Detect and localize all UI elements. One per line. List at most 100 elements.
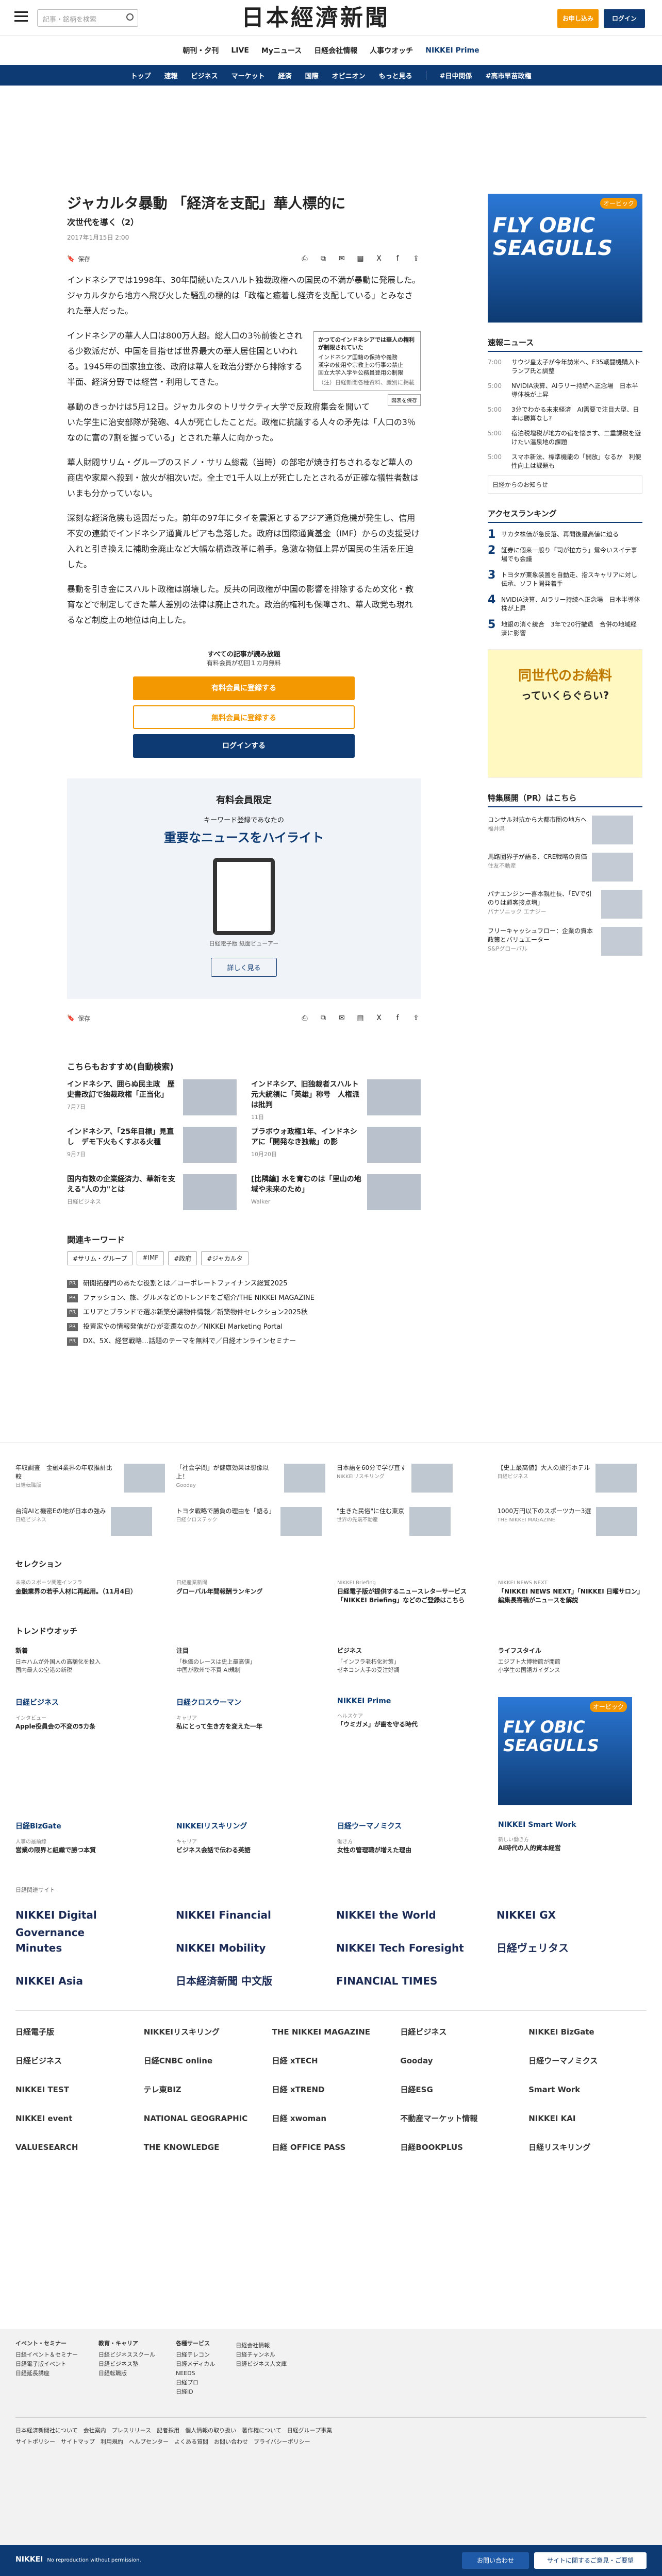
recommend-item[interactable]: [比隣編] 水を育むのは「里山の地域や未来のため」 Walker xyxy=(251,1174,421,1210)
footer-link[interactable]: 日経ビジネス人文庫 xyxy=(236,2360,287,2369)
pr-link[interactable]: PR 投資家やの情報発信がひが変遷なのか／NIKKEI Marketing Por… xyxy=(67,1320,421,1334)
partner-logo[interactable]: NIKKEI BizGate xyxy=(528,2024,647,2040)
ranking-item[interactable]: 5 地銀の消ぐ統合 3年で20行撤退 合併の地域経済に影響 xyxy=(488,619,642,638)
partner-logo[interactable]: NIKKEIリスキリング xyxy=(144,2024,262,2040)
paid-signup-button[interactable]: 有料会員に登録する xyxy=(133,676,355,700)
subscribe-button[interactable]: お申し込み xyxy=(557,9,599,28)
trend-link[interactable]: 「インフラ老朽化対策」 xyxy=(337,1658,400,1665)
subnav-item[interactable]: LIVE xyxy=(231,46,249,55)
news-item[interactable]: 5:00 3分でわかる未来経済 AI需要で注目大型、日本は勝算なし? xyxy=(488,405,642,423)
site-logo[interactable]: 日本經濟新聞 xyxy=(241,5,421,31)
keyword-tag[interactable]: #ジャカルタ xyxy=(201,1251,249,1265)
partner-logo[interactable]: NIKKEI Digital Governance xyxy=(15,1906,166,1939)
ranking-item[interactable]: 2 証券に個来一般り「司が拉方う」鴛今いスイテ事場でも会議 xyxy=(488,545,642,564)
nav-item-business[interactable]: ビジネス xyxy=(191,71,218,80)
search-input[interactable]: 記事・銘柄を検索 xyxy=(37,9,138,27)
partner-logo[interactable]: テレ東BIZ xyxy=(144,2082,262,2097)
footer-link[interactable]: NEEDS xyxy=(176,2369,215,2378)
partner-logo[interactable]: NIKKEI the World xyxy=(336,1906,486,1924)
save-chart-button[interactable]: 図表を保存 xyxy=(388,394,421,406)
pr-link[interactable]: PR 研開拓部門のあたな役割とは／コーポレートファイナンス総覧2025 xyxy=(67,1277,421,1291)
partner-logo[interactable]: THE NIKKEI MAGAZINE xyxy=(272,2024,390,2040)
promo-card[interactable]: "生きた民俗"に住む東京 世界の先端不動産 xyxy=(337,1507,486,1538)
promo-card[interactable]: 【史上最高値】大人の旅行ホテル 日経ビジネス xyxy=(498,1464,647,1495)
trend-link[interactable]: 国内最大の空港の新税 xyxy=(15,1667,72,1673)
partner-logo[interactable]: NIKKEI Financial xyxy=(176,1906,326,1924)
footer-link[interactable]: 日経メディカル xyxy=(176,2360,215,2369)
promo-card[interactable]: 「社会学問」が健康効果は想像以上！ Gooday xyxy=(176,1464,325,1495)
partner-logo[interactable]: FINANCIAL TIMES xyxy=(336,1972,486,1990)
partner-logo[interactable]: 日経 xTECH xyxy=(272,2053,390,2069)
copy-link-icon[interactable]: ⧉ xyxy=(319,1013,328,1023)
partner-logo[interactable]: 日経 xwoman xyxy=(272,2111,390,2126)
partner-logo[interactable]: NIKKEI Tech Foresight xyxy=(336,1939,486,1957)
selection-item[interactable]: 未来のスポーツ関連インフラ 金融業界の若手人材に再起用。（11月4日） xyxy=(15,1579,164,1605)
partner-logo[interactable]: 日経リスキリング xyxy=(528,2140,647,2155)
sponsored-item[interactable]: フリーキャッシュフロー：企業の資本政策とバリュエーター S&Pグローバル xyxy=(488,927,642,956)
trend-link[interactable]: 「株価のレースは史上最高値」 xyxy=(176,1658,255,1665)
paywall-login-button[interactable]: ログインする xyxy=(133,734,355,758)
promo-card[interactable]: 1000万円以下のスポーツカー3選 THE NIKKEI MAGAZINE xyxy=(498,1507,647,1538)
partner-logo[interactable]: VALUESEARCH xyxy=(15,2140,134,2155)
brand-ad[interactable]: オービック FLY OBIC SEAGULLS xyxy=(498,1697,647,1805)
partner-logo[interactable]: 日経ビジネス xyxy=(400,2024,518,2040)
gift-icon[interactable]: ▤ xyxy=(356,254,365,263)
news-item[interactable]: 5:00 スマホ新法、標準機能の「開放」なるか 利便性向上は課題も xyxy=(488,453,642,470)
x-share-icon[interactable]: X xyxy=(374,254,384,263)
partner-logo[interactable]: NATIONAL GEOGRAPHIC xyxy=(144,2111,262,2126)
x-share-icon[interactable]: X xyxy=(374,1013,384,1023)
partner-logo[interactable]: 日経CNBC online xyxy=(144,2053,262,2069)
subnav-item[interactable]: Myニュース xyxy=(261,45,302,56)
partner-logo[interactable]: 日経BOOKPLUS xyxy=(400,2140,518,2155)
news-item[interactable]: 7:00 サウジ皇太子が今年訪米へ、F35戦闘機購入トランプ氏と調整 xyxy=(488,358,642,376)
nikkei-notice[interactable]: 日経からのお知らせ xyxy=(488,476,642,494)
promo-card[interactable]: 台湾AIと機密Eの地が日本の強み 日経ビジネス xyxy=(15,1507,165,1538)
selection-item[interactable]: NIKKEI Briefing 日経電子版が提供するニュースレターサービス「NIK… xyxy=(337,1579,486,1605)
search-icon[interactable] xyxy=(126,13,134,21)
save-button[interactable]: 🔖 保存 xyxy=(67,1014,90,1023)
partner-logo[interactable]: NIKKEI event xyxy=(15,2111,134,2126)
partner-logo[interactable]: 日経ビジネス xyxy=(15,2053,134,2069)
recommend-item[interactable]: インドネシア、「25年目標」見直し デモ下火もくすぶる火種 9月7日 xyxy=(67,1127,237,1163)
footer-link[interactable]: 日経ID xyxy=(176,2387,215,2397)
promo-more-button[interactable]: 詳しく見る xyxy=(211,958,277,977)
partner-logo[interactable]: 日経ESG xyxy=(400,2082,518,2097)
partner-logo[interactable]: 日経ヴェリタス xyxy=(496,1939,647,1957)
share-icon[interactable]: ⇪ xyxy=(411,254,421,263)
pr-link[interactable]: PR ファッション、旅、グルメなどのトレンドをご紹介/THE NIKKEI MAG… xyxy=(67,1291,421,1306)
mail-icon[interactable]: ✉ xyxy=(337,254,346,263)
partner-logo[interactable] xyxy=(496,1972,647,1990)
ranking-item[interactable]: 1 サカタ株価が急反落、再開後最高値に迫る xyxy=(488,529,642,540)
partner-logo[interactable]: Minutes xyxy=(15,1939,166,1957)
facebook-icon[interactable]: f xyxy=(393,1013,402,1023)
footer-link-row[interactable]: 日本経済新聞社について 会社案内 プレスリリース 記者採用 個人情報の取り扱い … xyxy=(15,2425,647,2436)
partner-logo[interactable]: NIKKEI KAI xyxy=(528,2111,647,2126)
mail-icon[interactable]: ✉ xyxy=(337,1013,346,1023)
brand-column[interactable]: NIKKEI Prime ヘルスケア 「ウミガメ」が歯を守る時代 xyxy=(337,1697,486,1805)
footer-link[interactable]: 日経ビジネス塾 xyxy=(98,2360,155,2369)
footer-link[interactable]: 日経プロ xyxy=(176,2378,215,2387)
brand-column[interactable]: NIKKEI Smart Work 新しい働き方 AI時代の人的資本経営 xyxy=(498,1821,647,1855)
pr-link[interactable]: PR エリアとブランドで選ぶ新築分譲物件情報／新築物件セレクション2025秋 xyxy=(67,1306,421,1320)
footer-link[interactable]: 日経テレコン xyxy=(176,2350,215,2360)
partner-logo[interactable]: THE KNOWLEDGE xyxy=(144,2140,262,2155)
pr-link[interactable]: PR DX、5X、経営戦略…話題のテーマを無料で／日経オンラインセミナー xyxy=(67,1334,421,1349)
ranking-item[interactable]: 3 トヨタが東象装置を自動走、指スキャリアに対し伝承、ソフト開発着手 xyxy=(488,570,642,588)
copy-link-icon[interactable]: ⧉ xyxy=(319,254,328,263)
facebook-icon[interactable]: f xyxy=(393,254,402,263)
partner-logo[interactable]: NIKKEI Asia xyxy=(15,1972,166,1990)
salary-ad[interactable]: 同世代のお給料 っていくらぐらい? xyxy=(488,649,642,778)
promo-card[interactable]: 日本語を60分で学び直す NIKKEIリスキリング xyxy=(337,1464,486,1495)
keyword-tag[interactable]: #IMF xyxy=(137,1251,164,1265)
partner-logo[interactable]: 日経 OFFICE PASS xyxy=(272,2140,390,2155)
nav-item-top[interactable]: トップ xyxy=(131,71,151,80)
brand-column[interactable]: 日経ウーマノミクス 働き方 女性の管理職が増えた理由 xyxy=(337,1821,486,1855)
trend-link[interactable]: エジプト大博物館が開館 xyxy=(498,1658,560,1665)
selection-item[interactable]: 日経産業新聞 グローバル年間報酬ランキング xyxy=(176,1579,325,1605)
partner-logo[interactable]: Smart Work xyxy=(528,2082,647,2097)
partner-logo[interactable]: 日本経済新聞 中文版 xyxy=(176,1972,326,1990)
keyword-tag[interactable]: #政府 xyxy=(168,1251,197,1265)
hamburger-menu-icon[interactable] xyxy=(14,11,28,22)
footer-link[interactable]: 日経電子版イベント xyxy=(15,2360,78,2369)
news-item[interactable]: 5:00 NVIDIA決算、AIラリー持続へ正念場 日本半導体株が上昇 xyxy=(488,382,642,399)
